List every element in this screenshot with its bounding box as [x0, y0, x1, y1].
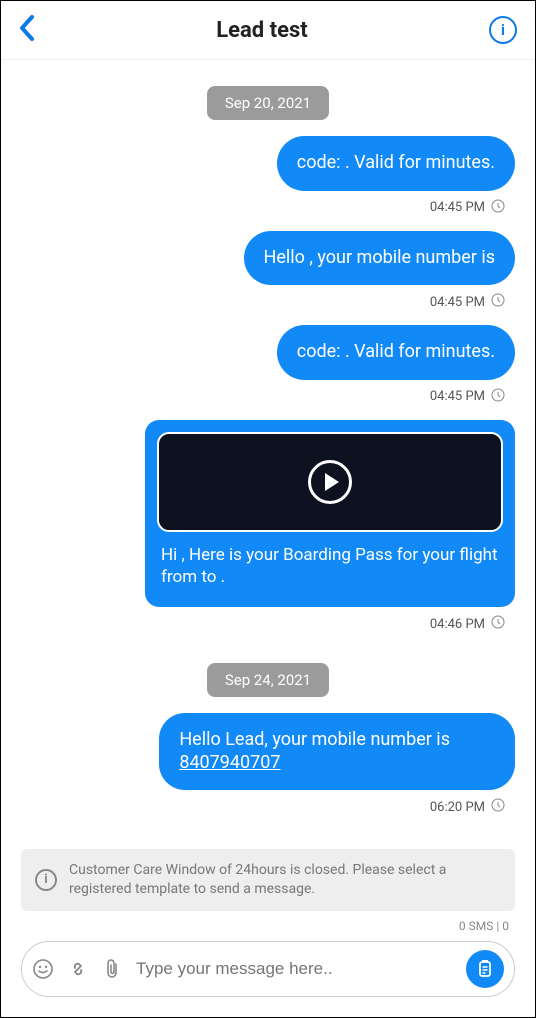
footer: i Customer Care Window of 24hours is clo…	[1, 849, 535, 1017]
media-message[interactable]: Hi , Here is your Boarding Pass for your…	[145, 420, 515, 608]
link-button[interactable]	[68, 959, 88, 979]
message-text-prefix: Hello Lead, your mobile number is	[179, 729, 450, 750]
clock-icon	[491, 798, 505, 816]
date-label: Sep 24, 2021	[207, 663, 329, 697]
message-bubble[interactable]: Hello Lead, your mobile number is 840794…	[159, 713, 515, 790]
notice-text: Customer Care Window of 24hours is close…	[69, 861, 501, 899]
play-icon	[308, 460, 352, 504]
attach-button[interactable]	[102, 958, 122, 980]
info-icon: i	[35, 869, 57, 891]
chat-messages: Sep 20, 2021 code: . Valid for minutes. …	[1, 60, 535, 849]
message-time: 04:45 PM	[430, 200, 485, 215]
message-out: Hi , Here is your Boarding Pass for your…	[21, 420, 515, 642]
date-separator: Sep 24, 2021	[21, 663, 515, 697]
message-bubble[interactable]: Hello , your mobile number is	[244, 231, 515, 286]
message-text: Hi , Here is your Boarding Pass for your…	[157, 544, 503, 596]
sms-counter: 0 SMS | 0	[21, 919, 515, 933]
notice-banner: i Customer Care Window of 24hours is clo…	[21, 849, 515, 911]
message-time: 06:20 PM	[430, 800, 485, 815]
message-time: 04:45 PM	[430, 295, 485, 310]
message-time: 04:46 PM	[430, 617, 485, 632]
message-meta: 04:46 PM	[430, 615, 505, 633]
video-thumbnail[interactable]	[157, 432, 503, 532]
message-time: 04:45 PM	[430, 389, 485, 404]
page-title: Lead test	[216, 18, 307, 43]
date-label: Sep 20, 2021	[207, 86, 329, 120]
date-separator: Sep 20, 2021	[21, 86, 515, 120]
clock-icon	[491, 615, 505, 633]
message-bubble[interactable]: code: . Valid for minutes.	[277, 136, 515, 191]
message-out: code: . Valid for minutes. 04:45 PM	[21, 136, 515, 225]
message-meta: 04:45 PM	[430, 293, 505, 311]
message-out: Hello Lead, your mobile number is 840794…	[21, 713, 515, 824]
message-composer	[21, 941, 515, 997]
header: Lead test i	[1, 1, 535, 60]
template-button[interactable]	[466, 950, 504, 988]
message-meta: 06:20 PM	[430, 798, 505, 816]
message-meta: 04:45 PM	[430, 388, 505, 406]
phone-link[interactable]: 8407940707	[179, 752, 280, 773]
message-out: Hello , your mobile number is 04:45 PM	[21, 231, 515, 320]
clock-icon	[491, 199, 505, 217]
message-meta: 04:45 PM	[430, 199, 505, 217]
chat-screen: Lead test i Sep 20, 2021 code: . Valid f…	[0, 0, 536, 1018]
info-button[interactable]: i	[489, 16, 517, 44]
message-bubble[interactable]: code: . Valid for minutes.	[277, 325, 515, 380]
clock-icon	[491, 293, 505, 311]
message-input[interactable]	[136, 959, 452, 979]
emoji-button[interactable]	[32, 958, 54, 980]
clock-icon	[491, 388, 505, 406]
message-out: code: . Valid for minutes. 04:45 PM	[21, 325, 515, 414]
back-button[interactable]	[19, 15, 35, 45]
